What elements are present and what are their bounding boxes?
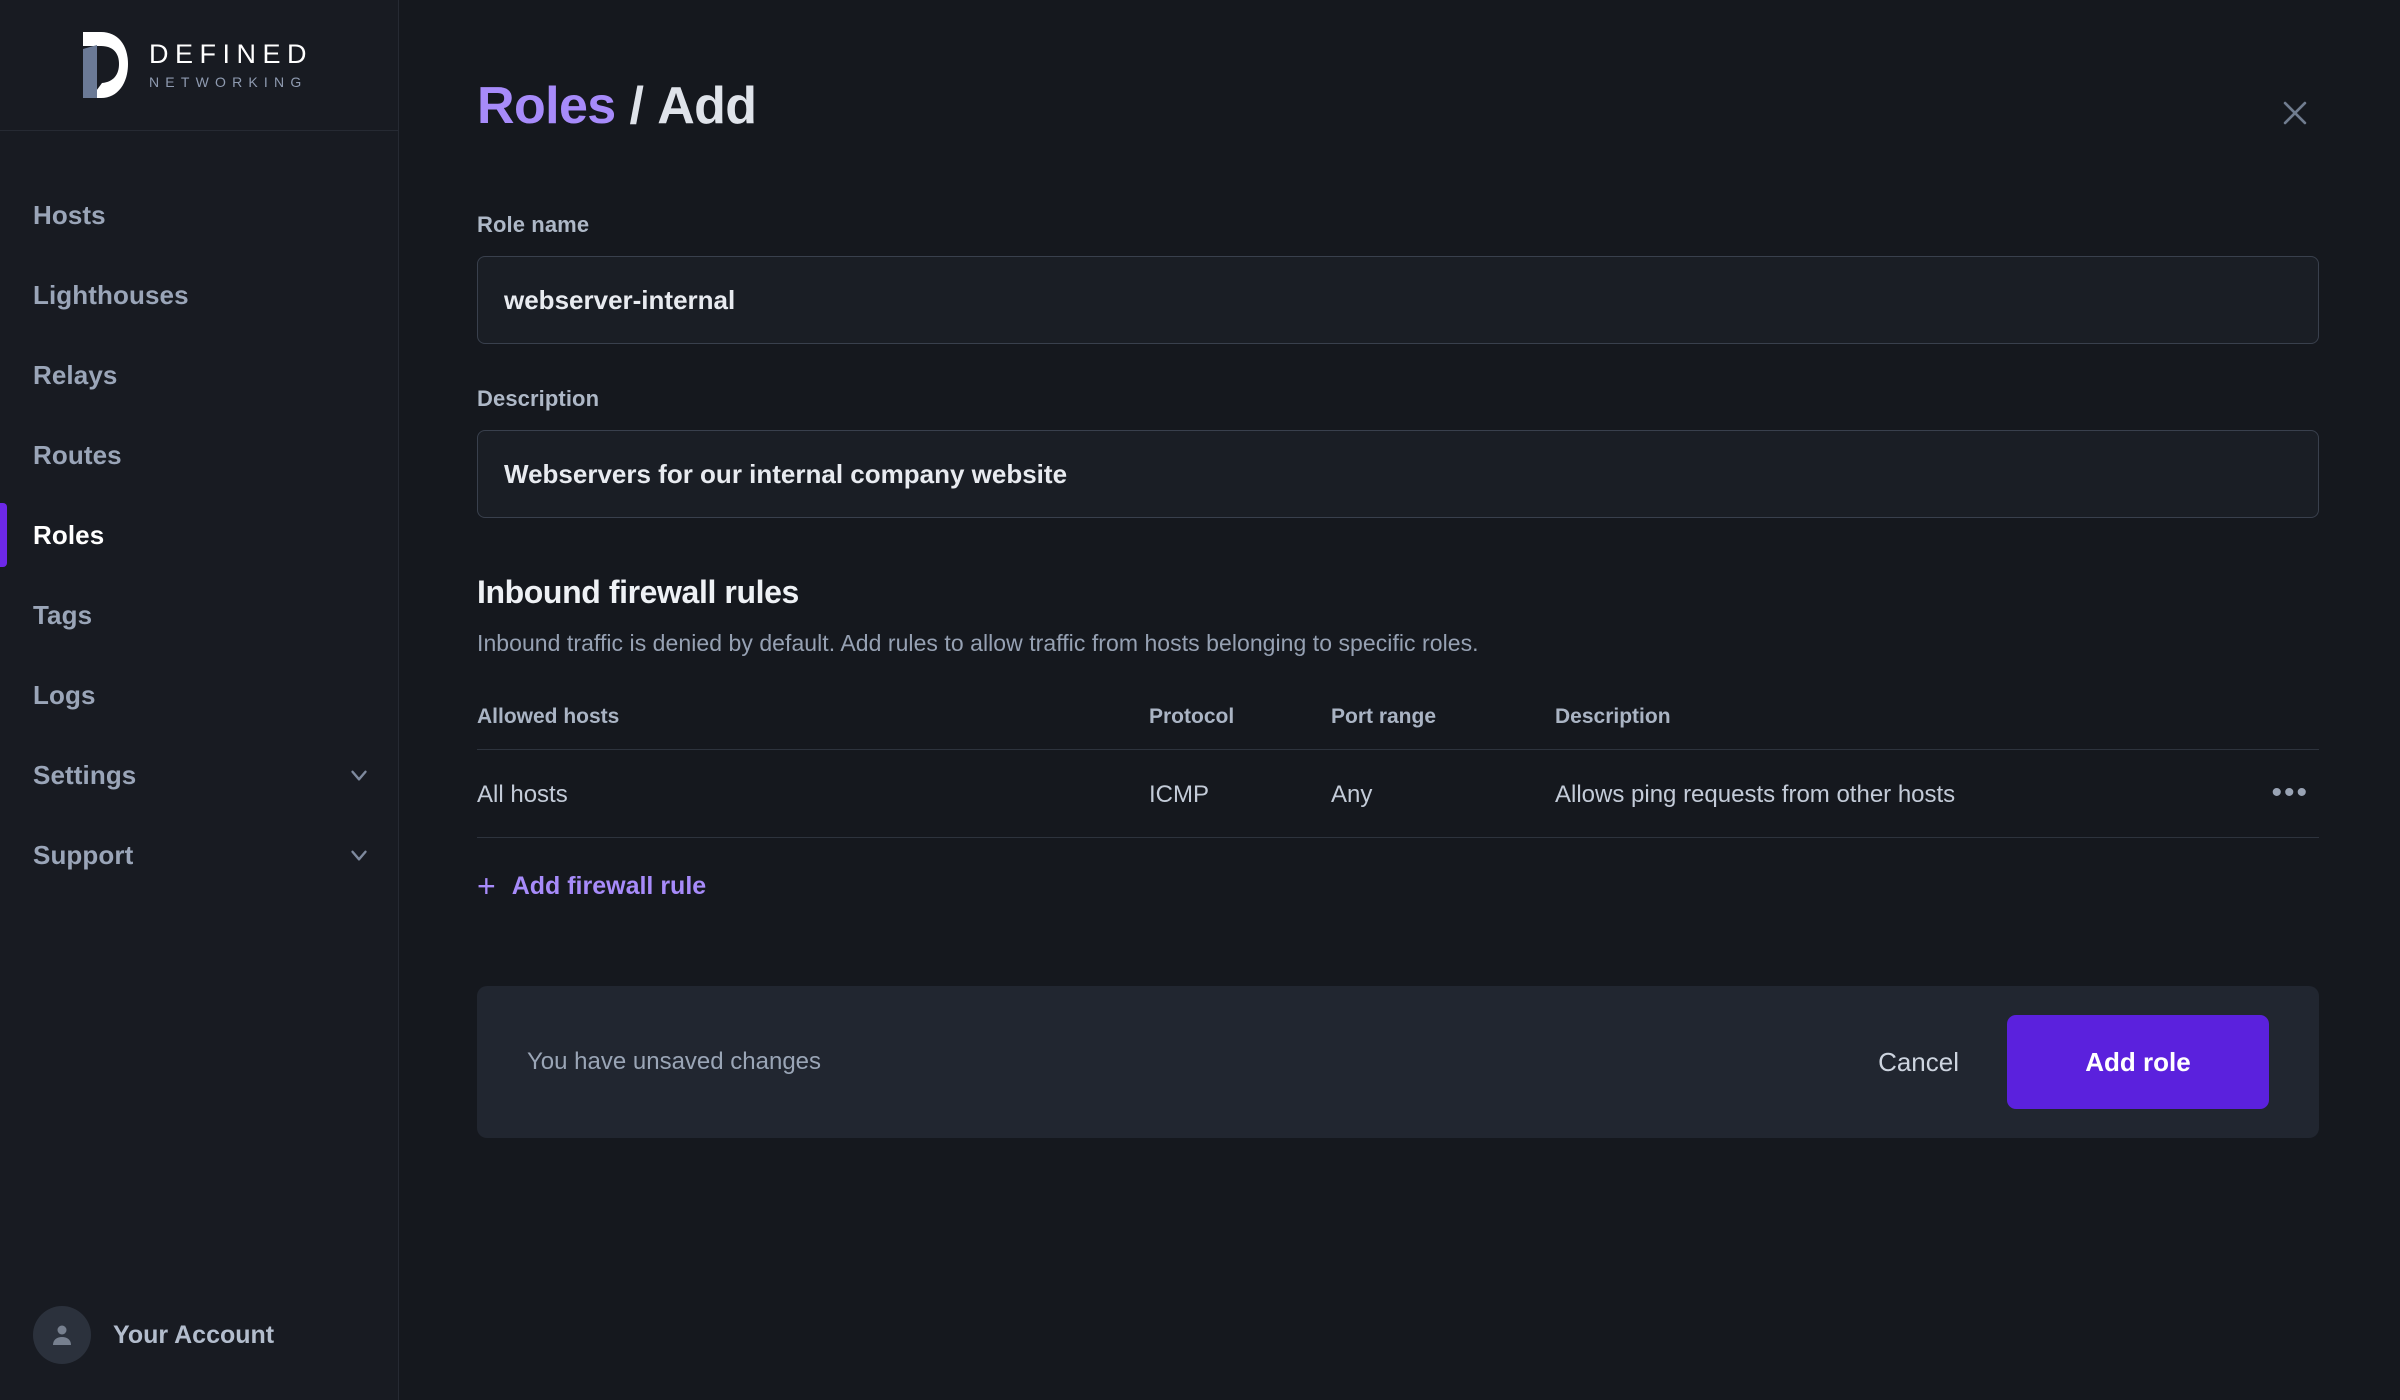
inbound-firewall-rules-section: Inbound firewall rules Inbound traffic i… (477, 574, 2340, 902)
sidebar-item-support[interactable]: Support (0, 815, 398, 895)
sidebar-item-settings[interactable]: Settings (0, 735, 398, 815)
description-field-group: Description (477, 386, 2340, 518)
table-head: Allowed hosts Protocol Port range Descri… (477, 705, 2319, 750)
add-role-button[interactable]: Add role (2007, 1015, 2269, 1109)
page-title: Roles / Add (477, 80, 756, 132)
cell-allowed-hosts: All hosts (477, 750, 1149, 838)
page-title-separator: / (629, 77, 643, 135)
unsaved-changes-message: You have unsaved changes (527, 1048, 821, 1076)
defined-networking-d-logo-icon (73, 30, 129, 100)
close-icon (2278, 96, 2312, 130)
avatar (33, 1306, 91, 1364)
brand-subtitle: NETWORKING (149, 75, 313, 89)
sidebar-item-label: Support (33, 840, 133, 871)
person-icon (47, 1320, 77, 1350)
page-header: Roles / Add (477, 0, 2340, 140)
add-firewall-rule-label: Add firewall rule (512, 872, 706, 901)
sidebar-item-label: Hosts (33, 200, 106, 231)
table-header-row: Allowed hosts Protocol Port range Descri… (477, 705, 2319, 750)
sidebar-item-relays[interactable]: Relays (0, 335, 398, 415)
sidebar-item-roles[interactable]: Roles (0, 495, 398, 575)
sidebar-item-label: Roles (33, 520, 104, 551)
sidebar-item-label: Settings (33, 760, 136, 791)
column-header-port-range: Port range (1331, 705, 1555, 750)
main-content: Roles / Add Role name Description Inboun… (399, 0, 2400, 1400)
sidebar-item-routes[interactable]: Routes (0, 415, 398, 495)
column-header-allowed-hosts: Allowed hosts (477, 705, 1149, 750)
sidebar-item-tags[interactable]: Tags (0, 575, 398, 655)
section-title: Inbound firewall rules (477, 574, 2340, 611)
column-header-description: Description (1555, 705, 2195, 750)
role-form: Role name Description Inbound firewall r… (477, 212, 2340, 1138)
chevron-down-icon (346, 842, 372, 868)
save-bar-actions: Cancel Add role (1874, 1015, 2269, 1109)
sidebar-item-label: Tags (33, 600, 92, 631)
cell-description: Allows ping requests from other hosts (1555, 750, 2195, 838)
sidebar: DEFINED NETWORKING Hosts Lighthouses Rel… (0, 0, 399, 1400)
role-name-label: Role name (477, 212, 2340, 238)
page-title-add: Add (657, 77, 756, 135)
description-input[interactable] (477, 430, 2319, 518)
account-button[interactable]: Your Account (0, 1270, 398, 1400)
cancel-button[interactable]: Cancel (1874, 1037, 1963, 1088)
unsaved-changes-bar: You have unsaved changes Cancel Add role (477, 986, 2319, 1138)
column-header-actions (2195, 705, 2319, 750)
close-button[interactable] (2268, 86, 2322, 140)
role-name-input[interactable] (477, 256, 2319, 344)
cell-port-range: Any (1331, 750, 1555, 838)
sidebar-item-label: Routes (33, 440, 122, 471)
section-description: Inbound traffic is denied by default. Ad… (477, 630, 2340, 657)
table-row[interactable]: All hosts ICMP Any Allows ping requests … (477, 750, 2319, 838)
table-body: All hosts ICMP Any Allows ping requests … (477, 750, 2319, 838)
cell-protocol: ICMP (1149, 750, 1331, 838)
brand-logo[interactable]: DEFINED NETWORKING (0, 0, 398, 131)
sidebar-item-label: Relays (33, 360, 117, 391)
sidebar-nav: Hosts Lighthouses Relays Routes Roles Ta… (0, 131, 398, 1270)
column-header-protocol: Protocol (1149, 705, 1331, 750)
sidebar-item-label: Lighthouses (33, 280, 189, 311)
brand-title: DEFINED (149, 41, 313, 68)
description-label: Description (477, 386, 2340, 412)
ellipsis-horizontal-icon[interactable]: ••• (2261, 780, 2319, 806)
page-title-roles[interactable]: Roles (477, 77, 616, 135)
role-name-field-group: Role name (477, 212, 2340, 344)
plus-icon: + (477, 870, 496, 902)
cell-actions: ••• (2195, 750, 2319, 838)
sidebar-item-label: Logs (33, 680, 96, 711)
account-label: Your Account (113, 1321, 274, 1350)
chevron-down-icon (346, 762, 372, 788)
sidebar-item-lighthouses[interactable]: Lighthouses (0, 255, 398, 335)
sidebar-item-hosts[interactable]: Hosts (0, 175, 398, 255)
firewall-rules-table: Allowed hosts Protocol Port range Descri… (477, 705, 2319, 838)
sidebar-item-logs[interactable]: Logs (0, 655, 398, 735)
app-root: DEFINED NETWORKING Hosts Lighthouses Rel… (0, 0, 2400, 1400)
add-firewall-rule-button[interactable]: + Add firewall rule (477, 870, 706, 902)
